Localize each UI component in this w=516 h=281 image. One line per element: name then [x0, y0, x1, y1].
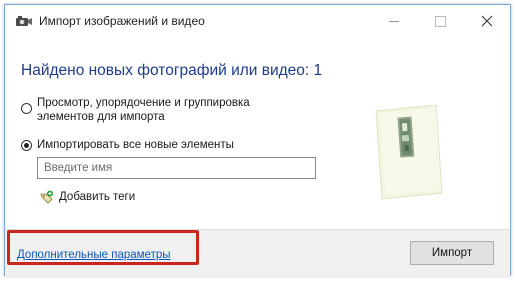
import-all-label[interactable]: Импортировать все новые элементы [37, 138, 234, 152]
close-icon[interactable] [464, 5, 510, 37]
window-title: Импорт изображений и видео [39, 14, 205, 28]
review-organize-label[interactable]: Просмотр, упорядочение и группировка эле… [37, 96, 277, 124]
annotation-highlight-box [7, 230, 199, 265]
add-tags-label[interactable]: Добавить теги [59, 191, 135, 203]
minimize-icon[interactable] [371, 5, 417, 37]
found-items-heading: Найдено новых фотографий или видео: 1 [21, 62, 323, 79]
import-all-radio[interactable] [21, 140, 32, 151]
name-input[interactable] [37, 157, 316, 179]
maximize-icon[interactable] [417, 5, 463, 37]
photo-thumbnail-icon [370, 104, 446, 201]
camera-import-icon [15, 15, 33, 27]
import-button[interactable]: Импорт [410, 241, 494, 265]
tag-add-icon [40, 190, 54, 204]
review-organize-radio[interactable] [21, 103, 32, 114]
title-bar[interactable]: Импорт изображений и видео [5, 5, 510, 37]
